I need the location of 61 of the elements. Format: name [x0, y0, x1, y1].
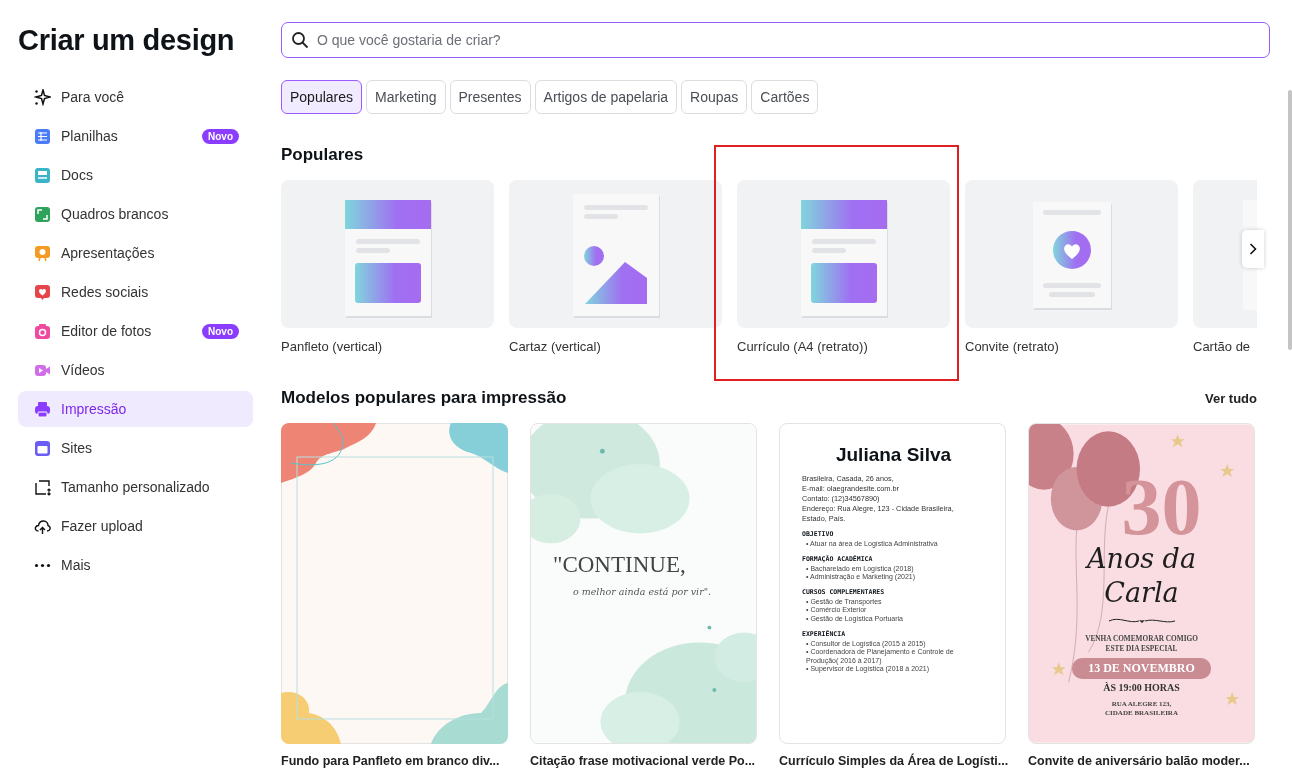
sidebar-item[interactable]: Tamanho personalizado — [18, 469, 253, 505]
new-badge: Novo — [202, 323, 239, 339]
see-all-link[interactable]: Ver tudo — [1205, 390, 1257, 406]
sidebar-item[interactable]: Mais — [18, 547, 253, 583]
invitation-title: Anos da — [1087, 542, 1196, 576]
browser-icon — [34, 439, 51, 457]
cloud-upload-icon — [34, 517, 51, 535]
template-title[interactable]: Citação frase motivacional verde Po... — [530, 753, 756, 770]
next-button[interactable] — [1242, 230, 1264, 268]
sidebar-item[interactable]: Fazer upload — [18, 508, 253, 544]
resize-icon — [34, 478, 51, 496]
sidebar-item[interactable]: Editor de fotos Novo — [18, 313, 253, 349]
quote-text: "CONTINUE, — [553, 552, 686, 578]
invitation-time: ÀS 19:00 HORAS — [1103, 682, 1180, 693]
camera-icon — [34, 322, 51, 340]
design-type-label[interactable]: Currículo (A4 (retrato)) — [737, 339, 950, 354]
design-type-label[interactable]: Convite (retrato) — [965, 339, 1178, 354]
sidebar-item[interactable]: Redes sociais — [18, 274, 253, 310]
template-thumbnail[interactable] — [779, 423, 1006, 744]
category-tab[interactable]: Presentes — [449, 80, 531, 114]
category-tab[interactable]: Populares — [281, 80, 363, 114]
table-icon — [34, 127, 51, 145]
sidebar-item[interactable]: Sites — [18, 430, 253, 466]
more-icon — [34, 562, 51, 568]
invitation-title: Carla — [1104, 576, 1179, 610]
invitation-date: 13 DE NOVEMBRO — [1072, 658, 1211, 679]
sidebar-item[interactable]: Para você — [18, 79, 253, 115]
section-heading: Populares — [281, 145, 365, 165]
category-tab[interactable]: Marketing — [366, 80, 446, 114]
sidebar-item[interactable]: Quadros brancos — [18, 196, 253, 232]
whiteboard-icon — [34, 205, 51, 223]
category-tab[interactable]: Cartões — [751, 80, 819, 114]
resume-name: Juliana Silva — [834, 444, 953, 466]
document-icon — [34, 166, 51, 184]
page-title: Criar um design — [18, 24, 236, 57]
sidebar-item[interactable]: Docs — [18, 157, 253, 193]
design-type-label[interactable]: Panfleto (vertical) — [281, 339, 494, 354]
sidebar-item[interactable]: Impressão — [18, 391, 253, 427]
sidebar-item[interactable]: Vídeos — [18, 352, 253, 388]
design-type-label[interactable]: Cartaz (vertical) — [509, 339, 722, 354]
chevron-right-icon — [1249, 243, 1257, 255]
new-badge: Novo — [202, 128, 239, 144]
category-tab[interactable]: Roupas — [681, 80, 748, 114]
quote-text: o melhor ainda está por vir". — [573, 586, 712, 597]
template-thumbnail[interactable]: "CONTINUE, o melhor ainda está por vir". — [530, 423, 757, 744]
template-title[interactable]: Fundo para Panfleto em branco div... — [281, 753, 500, 770]
design-type-label[interactable]: Cartão de — [1193, 339, 1257, 354]
sparkle-icon — [34, 88, 51, 106]
search-field[interactable]: O que você gostaria de criar? — [281, 22, 1270, 58]
ornament-icon — [1106, 616, 1177, 626]
template-title[interactable]: Currículo Simples da Área de Logísti... — [779, 753, 1009, 770]
section-heading: Modelos populares para impressão — [281, 388, 567, 408]
invitation-number: 30 — [1121, 472, 1202, 542]
printer-icon — [34, 400, 51, 418]
template-title[interactable]: Convite de aniversário balão moder... — [1028, 753, 1250, 770]
category-tab[interactable]: Artigos de papelaria — [534, 80, 678, 114]
sidebar-item[interactable]: Planilhas Novo — [18, 118, 253, 154]
sidebar-item[interactable]: Apresentações — [18, 235, 253, 271]
scrollbar[interactable] — [1288, 90, 1292, 350]
search-icon — [291, 31, 309, 49]
presentation-icon — [34, 244, 51, 262]
